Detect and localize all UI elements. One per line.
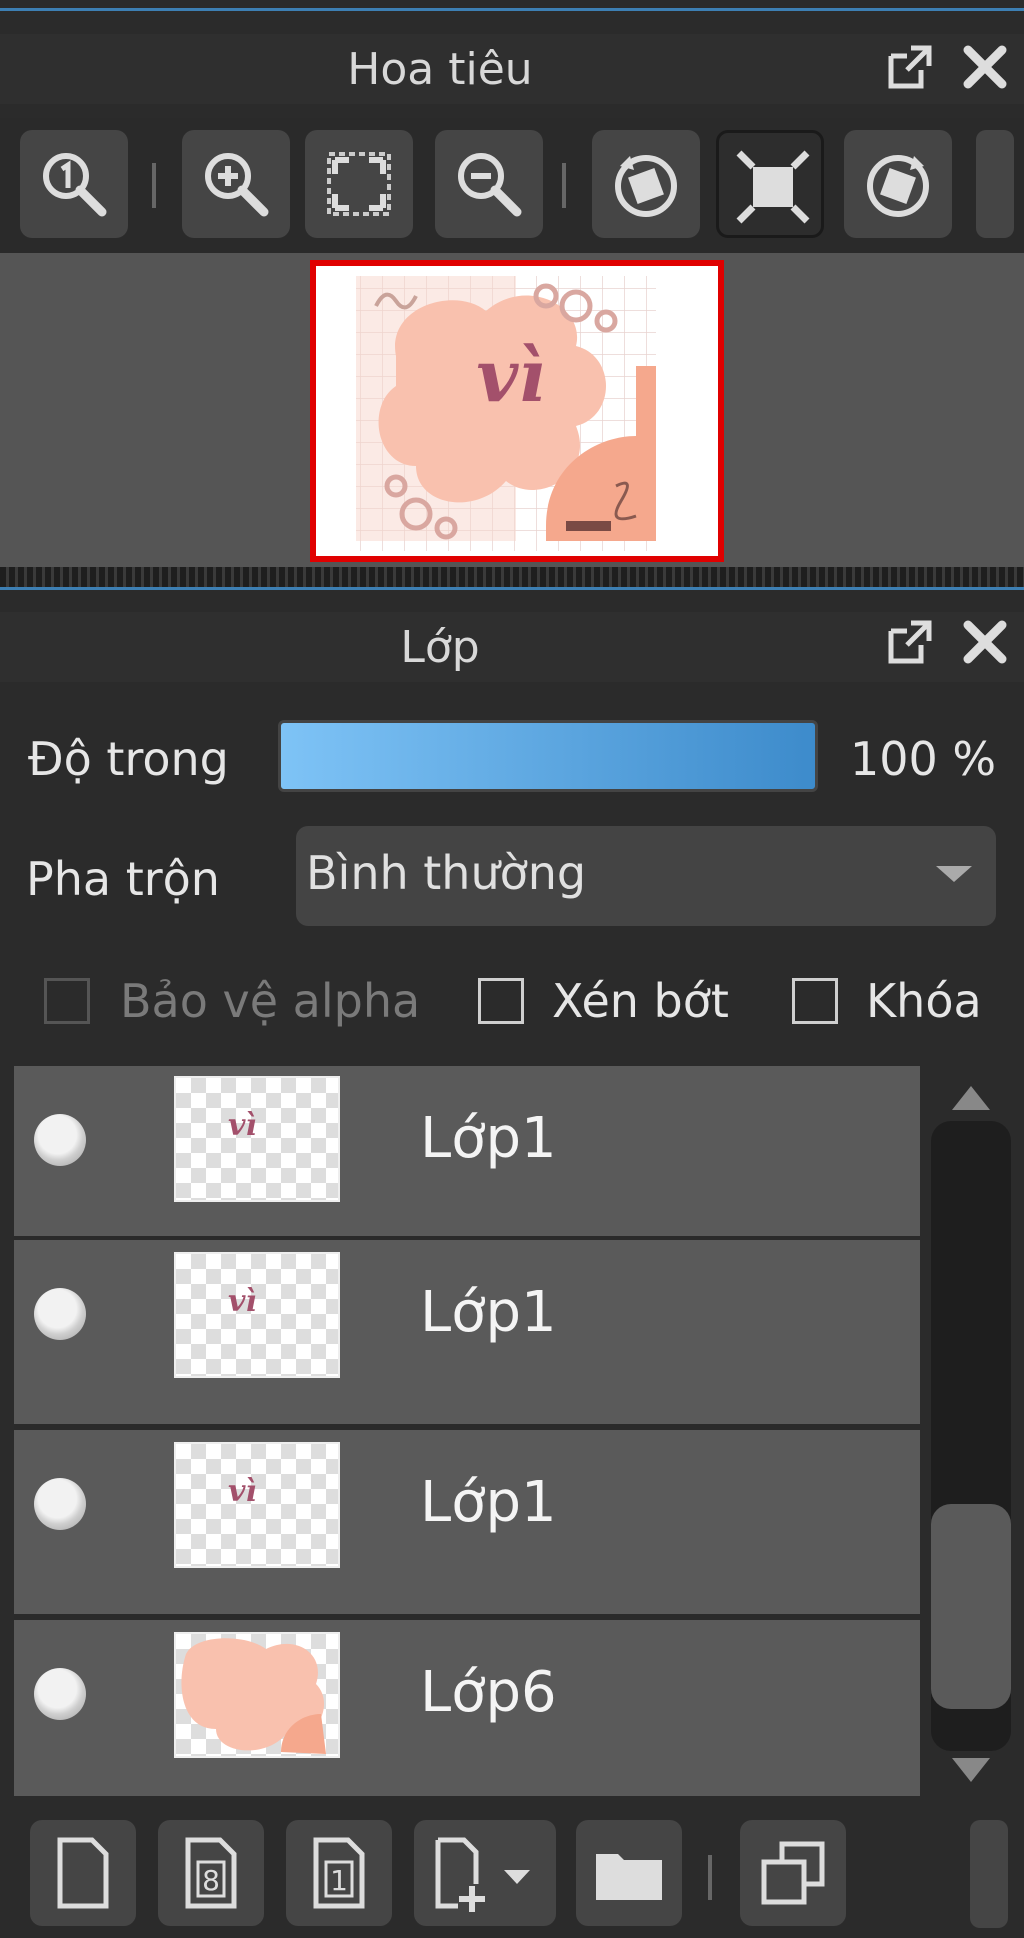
visibility-toggle-icon[interactable]: [34, 1288, 86, 1340]
undock-icon[interactable]: [885, 42, 935, 92]
toolbar-overflow-handle[interactable]: [976, 130, 1014, 238]
new-1bit-layer-button[interactable]: 1: [286, 1820, 392, 1926]
layers-title: Lớp: [400, 622, 480, 673]
visibility-toggle-icon[interactable]: [34, 1668, 86, 1720]
toolbar-separator: [152, 163, 156, 208]
navigator-preview-area[interactable]: vì: [0, 253, 1024, 567]
svg-text:1: 1: [330, 1864, 348, 1897]
layer-row[interactable]: vì Lớp1: [14, 1240, 920, 1424]
blend-label: Pha trộn: [26, 852, 220, 906]
protect-alpha-checkbox[interactable]: [44, 978, 90, 1024]
rotate-left-button[interactable]: [592, 130, 700, 238]
visibility-toggle-icon[interactable]: [34, 1114, 86, 1166]
opacity-label: Độ trong: [28, 732, 229, 786]
zoom-in-button[interactable]: [182, 130, 290, 238]
opacity-value: 100 %: [850, 732, 997, 786]
layer-thumbnail: [174, 1632, 340, 1758]
svg-text:8: 8: [202, 1864, 220, 1897]
scroll-up-icon[interactable]: [926, 1072, 1016, 1122]
fit-window-button[interactable]: [305, 130, 413, 238]
layer-name[interactable]: Lớp1: [420, 1280, 557, 1345]
new-8bit-layer-button[interactable]: 8: [158, 1820, 264, 1926]
rotate-right-button[interactable]: [844, 130, 952, 238]
undock-icon[interactable]: [885, 617, 935, 667]
zoom-actual-button[interactable]: [20, 130, 128, 238]
layer-thumbnail: vì: [174, 1252, 340, 1378]
toolbar-overflow-handle[interactable]: [970, 1820, 1008, 1928]
chevron-down-icon: [936, 866, 972, 882]
clipping-label: Xén bớt: [552, 974, 729, 1028]
layer-row[interactable]: Lớp6: [14, 1620, 920, 1796]
close-icon[interactable]: [960, 617, 1010, 667]
layer-thumbnail: vì: [174, 1442, 340, 1568]
add-layer-menu-button[interactable]: [414, 1820, 556, 1926]
layer-name[interactable]: Lớp1: [420, 1106, 557, 1171]
opacity-slider[interactable]: [278, 720, 818, 792]
layer-thumb-text: vì: [228, 1108, 257, 1143]
navigator-title: Hoa tiêu: [347, 44, 533, 95]
scroll-down-icon[interactable]: [926, 1746, 1016, 1796]
panel-top-accent: [0, 8, 1024, 11]
duplicate-layer-button[interactable]: [740, 1820, 846, 1926]
navigator-toolbar: [0, 118, 1024, 253]
lock-label: Khóa: [866, 974, 982, 1028]
blend-mode-value: Bình thường: [306, 846, 587, 900]
close-icon[interactable]: [960, 42, 1010, 92]
layer-thumb-text: vì: [228, 1474, 257, 1509]
layer-toolbar: 8 1: [0, 1800, 1024, 1938]
blend-mode-select[interactable]: Bình thường: [296, 826, 996, 926]
preview-text: vì: [476, 333, 545, 418]
scrollbar-thumb[interactable]: [931, 1504, 1011, 1709]
navigator-header: Hoa tiêu: [0, 34, 1024, 104]
protect-alpha-label: Bảo vệ alpha: [120, 974, 421, 1028]
layer-list-scrollbar[interactable]: [926, 1066, 1016, 1796]
layer-name[interactable]: Lớp1: [420, 1470, 557, 1535]
layer-row[interactable]: vì Lớp1: [14, 1066, 920, 1236]
layers-header: Lớp: [0, 612, 1024, 682]
new-layer-button[interactable]: [30, 1820, 136, 1926]
new-folder-button[interactable]: [576, 1820, 682, 1926]
layer-name[interactable]: Lớp6: [420, 1660, 557, 1725]
canvas-preview[interactable]: vì: [310, 260, 724, 562]
toolbar-separator: [562, 163, 566, 208]
layer-list[interactable]: vì Lớp1 vì Lớp1 vì Lớp1 Lớp6: [14, 1066, 920, 1796]
lock-checkbox[interactable]: [792, 978, 838, 1024]
clipping-checkbox[interactable]: [478, 978, 524, 1024]
layer-thumb-text: vì: [228, 1284, 257, 1319]
zoom-out-button[interactable]: [435, 130, 543, 238]
toolbar-separator: [708, 1855, 712, 1900]
reset-view-button[interactable]: [716, 130, 824, 238]
layer-row[interactable]: vì Lớp1: [14, 1430, 920, 1614]
panel-splitter[interactable]: [0, 567, 1024, 589]
layer-thumbnail: vì: [174, 1076, 340, 1202]
panel-top-accent: [0, 587, 1024, 590]
visibility-toggle-icon[interactable]: [34, 1478, 86, 1530]
